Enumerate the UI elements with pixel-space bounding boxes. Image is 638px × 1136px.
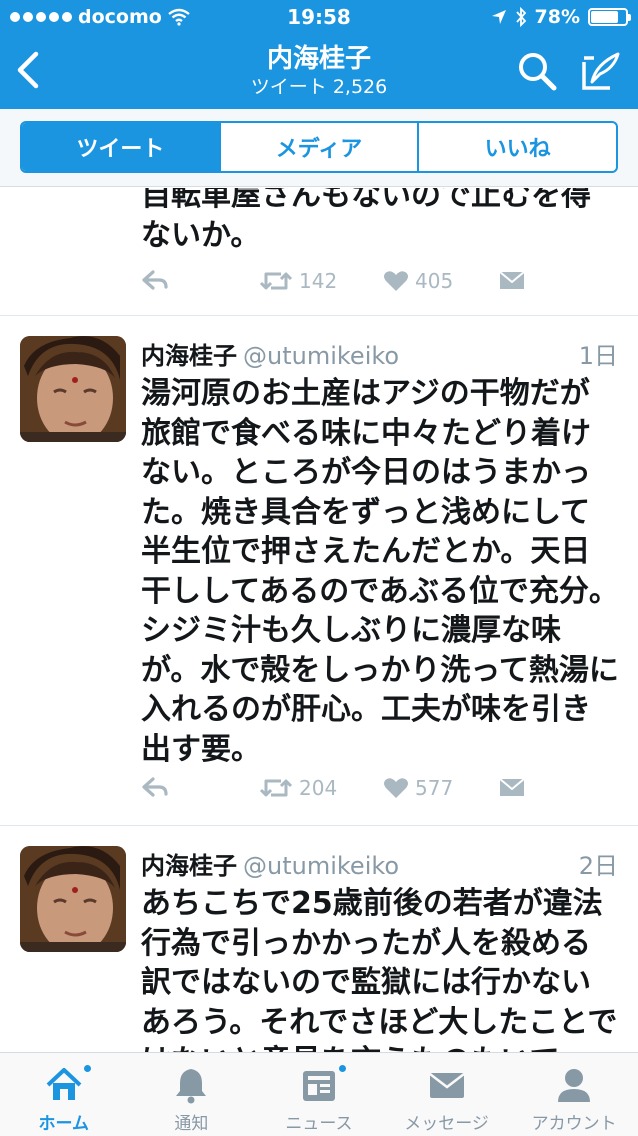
retweet-count: 142 bbox=[299, 269, 338, 293]
reply-button[interactable] bbox=[141, 776, 169, 798]
compose-tweet-button[interactable] bbox=[580, 50, 622, 92]
battery-percent: 78% bbox=[534, 6, 580, 28]
heart-icon bbox=[384, 778, 408, 798]
navigation-header: docomo 19:58 78% 内海桂子 ツイート 2,526 bbox=[0, 0, 638, 109]
heart-icon bbox=[384, 271, 408, 291]
tab-home-label: ホーム bbox=[38, 1114, 90, 1134]
reply-icon bbox=[142, 270, 168, 290]
like-button[interactable]: 405 bbox=[383, 269, 453, 293]
battery-fill bbox=[591, 11, 618, 23]
avatar[interactable] bbox=[20, 846, 126, 952]
profile-photo-icon bbox=[20, 336, 126, 442]
retweet-icon bbox=[259, 779, 293, 797]
tweet-item[interactable]: 自転車屋さんもないので止むを得ないか。 142 405 bbox=[0, 188, 638, 316]
tab-messages-label: メッセージ bbox=[404, 1114, 489, 1134]
envelope-icon bbox=[428, 1073, 465, 1098]
envelope-icon bbox=[499, 778, 525, 796]
battery-icon bbox=[588, 8, 631, 26]
search-button[interactable] bbox=[516, 50, 558, 92]
bell-icon bbox=[176, 1069, 207, 1104]
tab-tweets-label: ツイート bbox=[76, 137, 165, 162]
tweet-item[interactable]: 内海桂子 @utumikeiko 1日 湯河原のお土産はアジの干物だが旅館で食べる… bbox=[0, 316, 638, 826]
tweet-text: あちこちで25歳前後の若者が違法行為で引っかかったが人を殺める訳ではないので監獄… bbox=[141, 886, 618, 1052]
tweet-text: 自転車屋さんもないので止むを得ないか。 bbox=[141, 188, 591, 253]
like-button[interactable]: 577 bbox=[383, 776, 453, 800]
tab-media[interactable]: メディア bbox=[218, 123, 418, 171]
tab-account[interactable]: アカウント bbox=[510, 1053, 638, 1136]
bottom-tab-bar: ホーム 通知 ニュース メッセージ アカウント bbox=[0, 1052, 638, 1136]
news-icon bbox=[302, 1071, 335, 1101]
tweet-item[interactable]: 内海桂子 @utumikeiko 2日 あちこちで25歳前後の若者が違法行為で引っ… bbox=[0, 826, 638, 1052]
avatar[interactable] bbox=[20, 336, 126, 442]
tab-likes[interactable]: いいね bbox=[417, 123, 616, 171]
tweet-timestamp: 2日 bbox=[578, 852, 618, 880]
tab-media-label: メディア bbox=[275, 137, 363, 162]
tweet-feed[interactable]: 自転車屋さんもないので止むを得ないか。 142 405 内海桂子 @utumik… bbox=[0, 188, 638, 1052]
direct-message-button[interactable] bbox=[499, 269, 525, 291]
profile-tabs: ツイート メディア いいね bbox=[20, 121, 618, 173]
tab-likes-label: いいね bbox=[484, 137, 551, 162]
author-name[interactable]: 内海桂子 bbox=[141, 852, 237, 880]
tab-notifications-label: 通知 bbox=[174, 1114, 209, 1134]
reply-icon bbox=[142, 777, 168, 797]
tweet-timestamp: 1日 bbox=[578, 342, 618, 370]
profile-tabs-bar: ツイート メディア いいね bbox=[0, 109, 638, 187]
author-handle[interactable]: @utumikeiko bbox=[243, 852, 399, 880]
author-handle[interactable]: @utumikeiko bbox=[243, 342, 399, 370]
tab-messages[interactable]: メッセージ bbox=[383, 1053, 511, 1136]
tab-account-label: アカウント bbox=[531, 1114, 617, 1134]
tab-news[interactable]: ニュース bbox=[255, 1053, 383, 1136]
retweet-icon bbox=[259, 272, 293, 290]
reply-button[interactable] bbox=[141, 269, 169, 291]
like-count: 577 bbox=[415, 776, 454, 800]
tweet-actions: 142 405 bbox=[141, 269, 601, 303]
status-bar: docomo 19:58 78% bbox=[0, 0, 638, 36]
person-icon bbox=[558, 1069, 591, 1102]
author-name[interactable]: 内海桂子 bbox=[141, 342, 237, 370]
tab-notifications[interactable]: 通知 bbox=[128, 1053, 256, 1136]
retweet-button[interactable]: 142 bbox=[259, 269, 337, 293]
tweet-text: 湯河原のお土産はアジの干物だが旅館で食べる味に中々たどり着けない。ところが今日の… bbox=[141, 376, 619, 767]
tweet-header: 内海桂子 @utumikeiko 2日 bbox=[141, 846, 618, 880]
envelope-icon bbox=[499, 271, 525, 289]
retweet-button[interactable]: 204 bbox=[259, 776, 337, 800]
location-arrow-icon bbox=[491, 10, 506, 24]
home-badge bbox=[82, 1063, 93, 1074]
profile-photo-icon bbox=[20, 846, 126, 952]
like-count: 405 bbox=[415, 269, 454, 293]
tweet-header: 内海桂子 @utumikeiko 1日 bbox=[141, 336, 618, 370]
tab-home[interactable]: ホーム bbox=[0, 1053, 128, 1136]
tab-tweets[interactable]: ツイート bbox=[22, 123, 219, 171]
tweet-actions: 204 577 bbox=[141, 776, 601, 810]
direct-message-button[interactable] bbox=[499, 776, 525, 798]
retweet-count: 204 bbox=[299, 776, 338, 800]
bluetooth-icon bbox=[515, 7, 526, 27]
home-icon bbox=[46, 1068, 82, 1100]
news-badge bbox=[337, 1063, 349, 1074]
status-right: 78% bbox=[491, 6, 631, 28]
tab-news-label: ニュース bbox=[285, 1114, 353, 1134]
